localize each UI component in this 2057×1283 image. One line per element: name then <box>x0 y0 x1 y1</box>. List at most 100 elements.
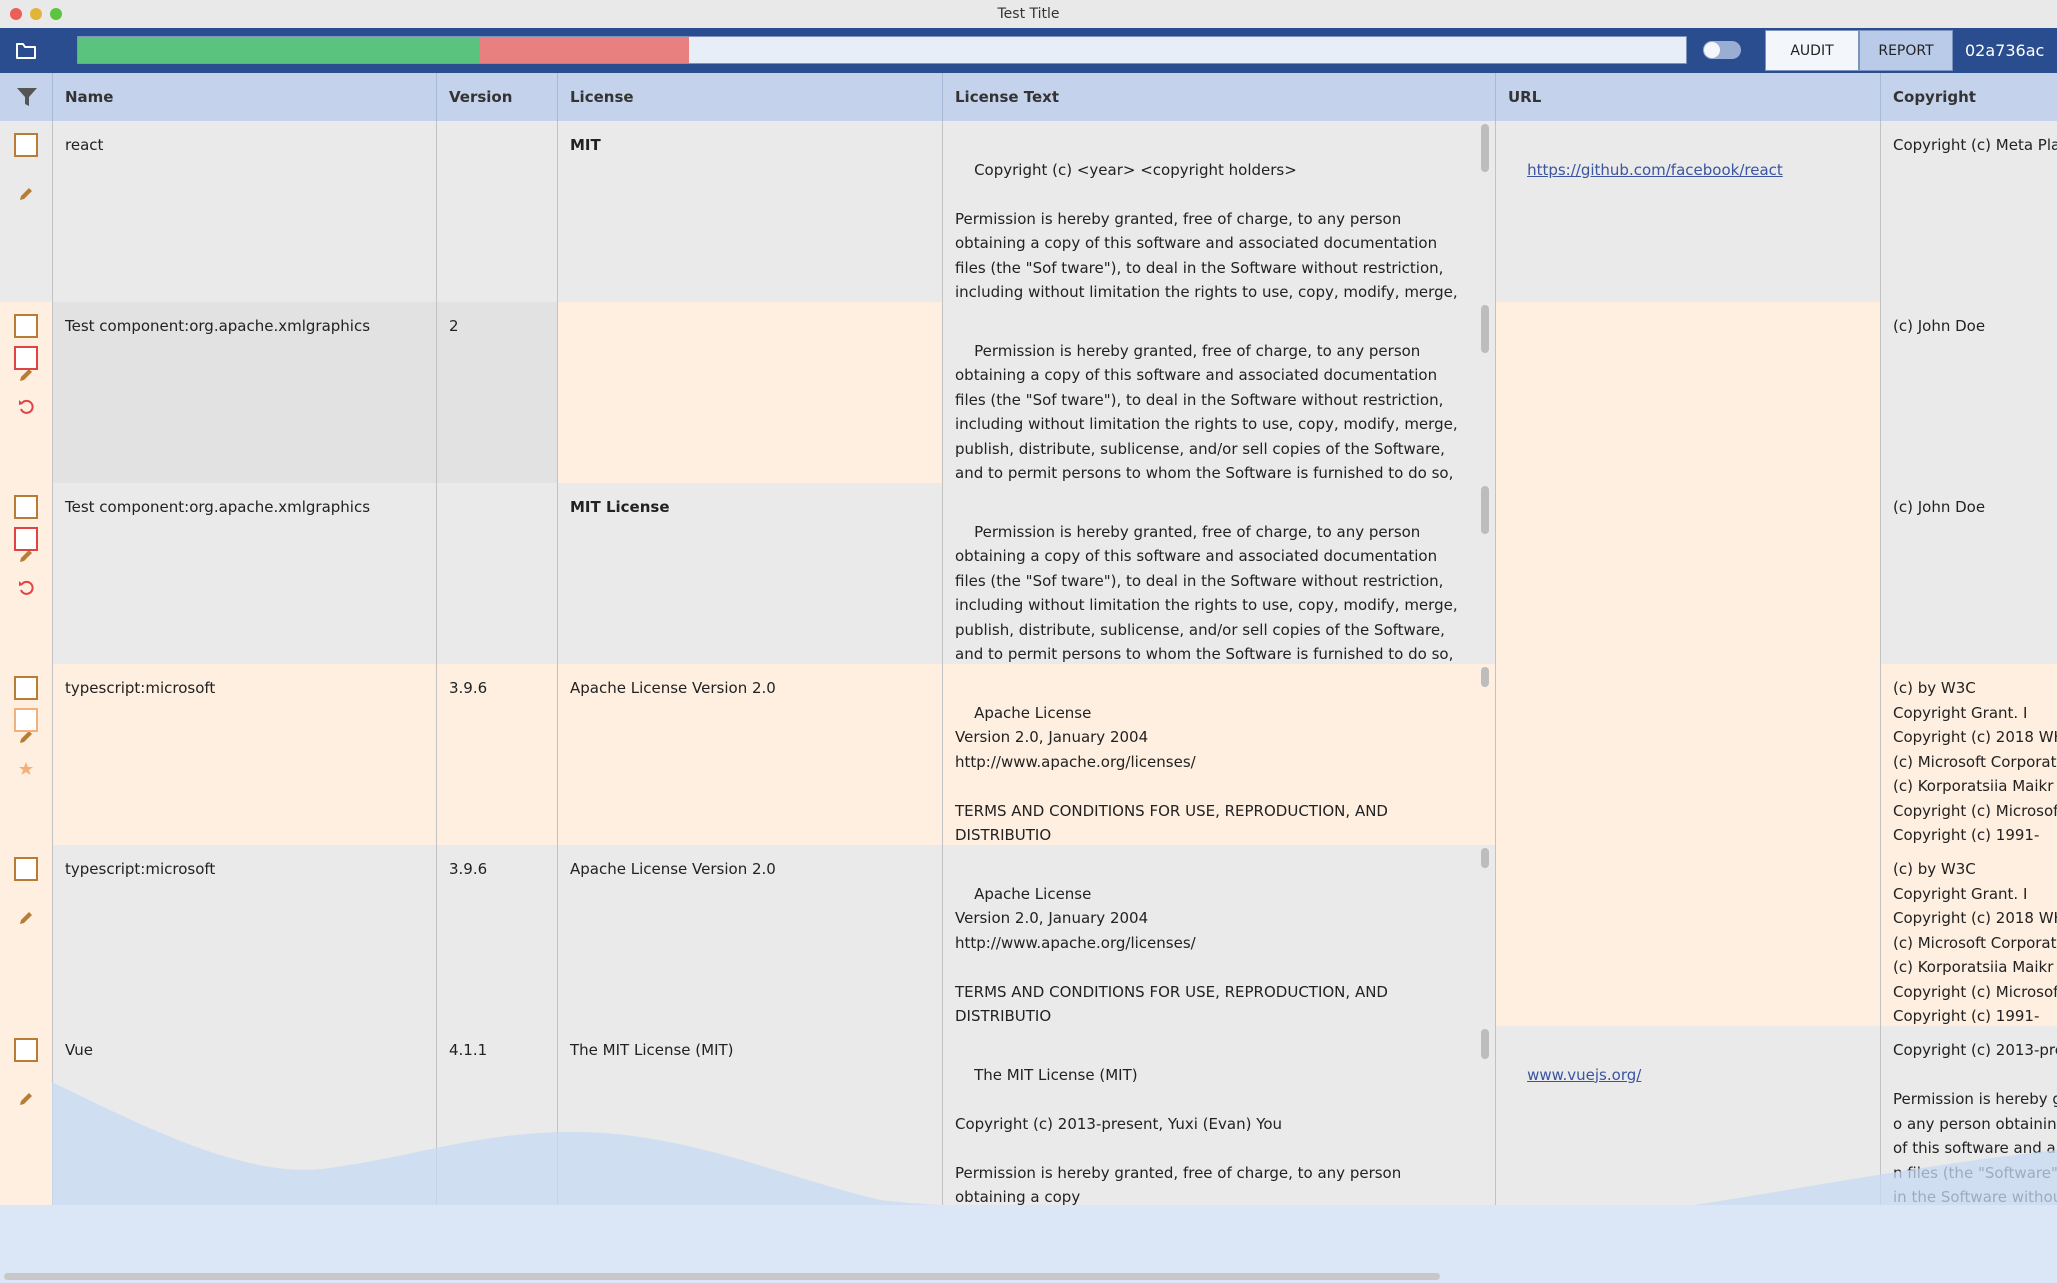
row-actions <box>0 483 52 664</box>
revert-button[interactable] <box>14 346 38 414</box>
cell-license[interactable]: Apache License Version 2.0 <box>557 845 942 1026</box>
window-title: Test Title <box>997 6 1060 22</box>
table-empty-area <box>0 1205 2057 1283</box>
license-text-content: Apache License Version 2.0, January 2004… <box>955 703 1388 845</box>
cell-version <box>436 483 557 664</box>
cell-name: react <box>52 121 436 302</box>
column-header-license[interactable]: License <box>557 73 942 121</box>
cell-license-text[interactable]: Apache License Version 2.0, January 2004… <box>942 664 1495 845</box>
edit-button[interactable] <box>14 314 38 381</box>
pencil-icon <box>20 912 32 924</box>
table-row[interactable]: Test component:org.apache.xmlgraphics MI… <box>0 483 2057 665</box>
url-link[interactable]: https://github.com/facebook/react <box>1527 161 1783 179</box>
cell-name: typescript:microsoft <box>52 845 436 1026</box>
license-text-content: Apache License Version 2.0, January 2004… <box>955 884 1388 1026</box>
table-row[interactable]: Vue 4.1.1 The MIT License (MIT) The MIT … <box>0 1026 2057 1208</box>
cell-name: Test component:org.apache.xmlgraphics <box>52 483 436 664</box>
cell-scrollbar[interactable] <box>1481 124 1489 172</box>
column-header-url[interactable]: URL <box>1495 73 1880 121</box>
cell-url <box>1495 664 1880 845</box>
license-text-content: Copyright (c) <year> <copyright holders>… <box>955 160 1458 302</box>
row-actions <box>0 845 52 1026</box>
license-text-content: Permission is hereby granted, free of ch… <box>955 522 1458 664</box>
cell-url <box>1495 845 1880 1026</box>
cell-license-text[interactable]: Permission is hereby granted, free of ch… <box>942 483 1495 664</box>
cell-name: typescript:microsoft <box>52 664 436 845</box>
cell-url <box>1495 483 1880 664</box>
cell-copyright: Copyright (c) Meta Pla <box>1880 121 2057 302</box>
report-button[interactable]: REPORT <box>1859 30 1953 71</box>
table-row[interactable]: Test component:org.apache.xmlgraphics 2 … <box>0 302 2057 484</box>
column-header-name[interactable]: Name <box>52 73 436 121</box>
filter-icon <box>17 88 37 106</box>
folder-icon <box>16 43 36 59</box>
pencil-icon <box>20 188 32 200</box>
cell-copyright: Copyright (c) 2013-pre Permission is her… <box>1880 1026 2057 1207</box>
edit-button[interactable] <box>14 676 38 743</box>
cell-url <box>1495 302 1880 483</box>
cell-license-text[interactable]: Apache License Version 2.0, January 2004… <box>942 845 1495 1026</box>
undo-icon <box>19 399 34 414</box>
table-row[interactable]: react MIT Copyright (c) <year> <copyrigh… <box>0 121 2057 303</box>
license-text-content: The MIT License (MIT) Copyright (c) 2013… <box>955 1065 1402 1207</box>
progress-approved-segment <box>78 37 480 63</box>
audit-progress-bar <box>77 36 1687 64</box>
cell-copyright: (c) John Doe <box>1880 302 2057 483</box>
undo-icon <box>19 580 34 595</box>
edit-button[interactable] <box>14 133 38 200</box>
cell-license-text[interactable]: Copyright (c) <year> <copyright holders>… <box>942 121 1495 302</box>
horizontal-scrollbar[interactable] <box>4 1273 1440 1280</box>
row-actions <box>0 664 52 845</box>
cell-name: Test component:org.apache.xmlgraphics <box>52 302 436 483</box>
cell-license[interactable]: MIT License <box>557 483 942 664</box>
column-header-version[interactable]: Version <box>436 73 557 121</box>
filter-button[interactable] <box>15 86 39 108</box>
pencil-icon <box>20 1093 32 1105</box>
cell-version <box>436 121 557 302</box>
commit-hash: 02a736ac <box>1965 41 2045 60</box>
audit-button[interactable]: AUDIT <box>1765 30 1859 71</box>
cell-scrollbar[interactable] <box>1481 486 1489 534</box>
cell-version: 4.1.1 <box>436 1026 557 1207</box>
cell-scrollbar[interactable] <box>1481 305 1489 353</box>
cell-copyright: (c) by W3C Copyright Grant. I Copyright … <box>1880 664 2057 845</box>
cell-license[interactable]: Apache License Version 2.0 <box>557 664 942 845</box>
cell-url: www.vuejs.org/ <box>1495 1026 1880 1207</box>
cell-copyright: (c) by W3C Copyright Grant. I Copyright … <box>1880 845 2057 1026</box>
toolbar: AUDIT REPORT 02a736ac <box>0 28 2057 73</box>
star-icon <box>19 762 33 775</box>
mode-toggle[interactable] <box>1703 41 1741 59</box>
column-header-license-text[interactable]: License Text <box>942 73 1495 121</box>
cell-license[interactable]: The MIT License (MIT) <box>557 1026 942 1207</box>
license-text-content: Permission is hereby granted, free of ch… <box>955 341 1458 483</box>
row-actions <box>0 121 52 302</box>
favorite-button[interactable] <box>14 708 38 775</box>
row-actions <box>0 1026 52 1207</box>
url-link[interactable]: www.vuejs.org/ <box>1527 1066 1641 1084</box>
cell-license-text[interactable]: The MIT License (MIT) Copyright (c) 2013… <box>942 1026 1495 1207</box>
cell-scrollbar[interactable] <box>1481 1029 1489 1059</box>
cell-version: 3.9.6 <box>436 664 557 845</box>
cell-name: Vue <box>52 1026 436 1207</box>
cell-url: https://github.com/facebook/react <box>1495 121 1880 302</box>
table-row[interactable]: typescript:microsoft 3.9.6 Apache Licens… <box>0 664 2057 846</box>
edit-button[interactable] <box>14 857 38 924</box>
cell-version: 2 <box>436 302 557 483</box>
cell-scrollbar[interactable] <box>1481 848 1489 868</box>
revert-button[interactable] <box>14 527 38 595</box>
cell-license-text[interactable]: Permission is hereby granted, free of ch… <box>942 302 1495 483</box>
edit-button[interactable] <box>14 495 38 562</box>
cell-license[interactable] <box>557 302 942 483</box>
edit-button[interactable] <box>14 1038 38 1105</box>
table-header: Name Version License License Text URL Co… <box>0 73 2057 122</box>
progress-rejected-segment <box>480 37 690 63</box>
table-row[interactable]: typescript:microsoft 3.9.6 Apache Licens… <box>0 845 2057 1027</box>
open-folder-button[interactable] <box>12 40 40 62</box>
cell-copyright: (c) John Doe <box>1880 483 2057 664</box>
cell-version: 3.9.6 <box>436 845 557 1026</box>
cell-scrollbar[interactable] <box>1481 667 1489 687</box>
column-header-copyright[interactable]: Copyright <box>1880 73 2057 121</box>
title-bar: Test Title <box>0 0 2057 29</box>
cell-license[interactable]: MIT <box>557 121 942 302</box>
toggle-knob <box>1704 42 1720 58</box>
